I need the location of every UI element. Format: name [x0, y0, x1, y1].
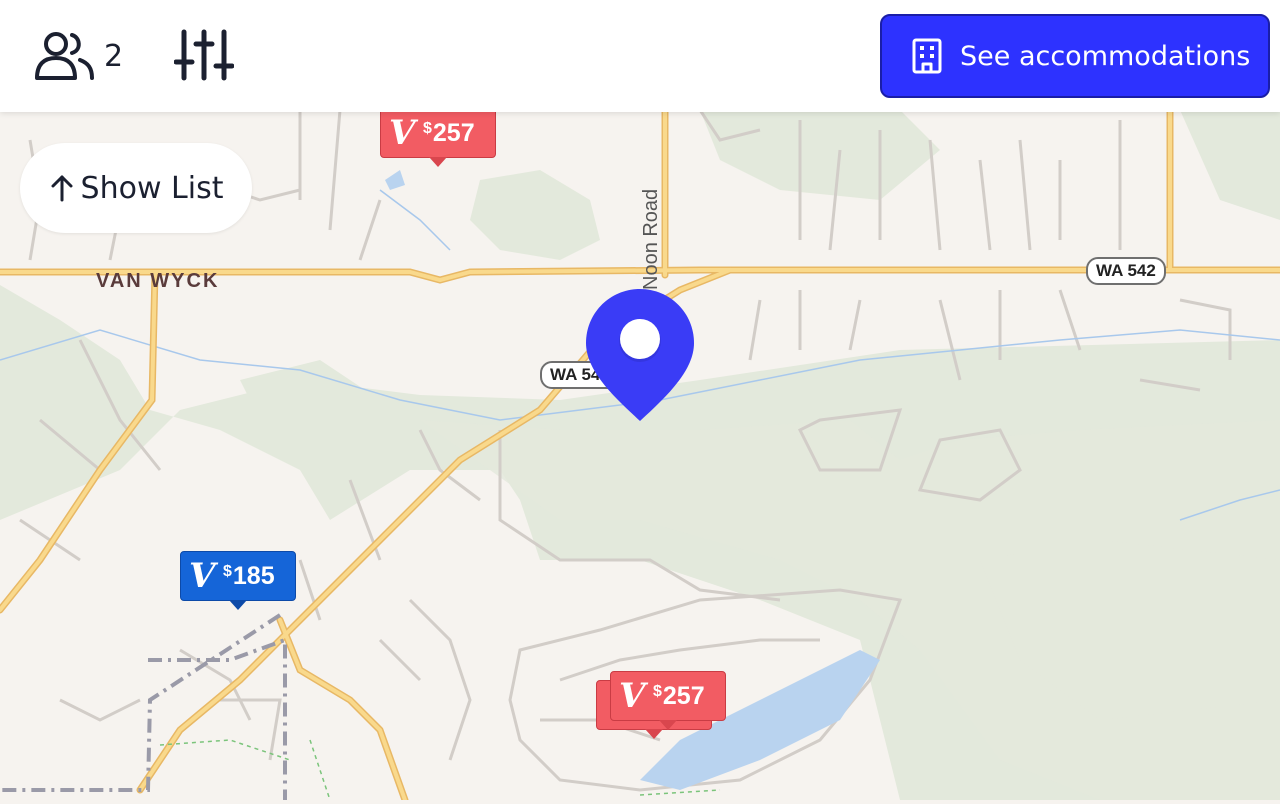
filters-button[interactable]	[173, 28, 235, 84]
top-bar: 2 See accommodations	[0, 0, 1280, 112]
marker-price: $185	[223, 561, 275, 590]
price-marker[interactable]: V $257	[610, 671, 726, 730]
see-accommodations-button[interactable]: See accommodations	[880, 14, 1270, 98]
route-shield: WA 542	[1086, 257, 1166, 285]
place-label: VAN WYCK	[96, 270, 220, 292]
users-icon	[35, 32, 94, 80]
guest-count: 2	[104, 38, 124, 74]
price-marker-selected[interactable]: V $185	[180, 551, 296, 610]
show-list-button[interactable]: Show List	[20, 143, 252, 233]
location-pin-icon[interactable]	[584, 287, 696, 423]
guests-button[interactable]: 2	[34, 28, 123, 84]
building-icon	[912, 38, 942, 74]
see-accommodations-label: See accommodations	[960, 40, 1251, 72]
arrow-up-icon	[51, 175, 73, 202]
vrbo-logo-icon: V	[389, 113, 416, 153]
vrbo-logo-icon: V	[619, 676, 646, 716]
sliders-icon	[173, 29, 235, 81]
price-marker[interactable]: V $257	[380, 108, 496, 167]
marker-price: $257	[653, 681, 705, 710]
marker-price: $257	[423, 118, 475, 147]
show-list-label: Show List	[80, 170, 224, 206]
road-label: Noon Road	[640, 188, 662, 290]
vrbo-logo-icon: V	[189, 556, 216, 596]
